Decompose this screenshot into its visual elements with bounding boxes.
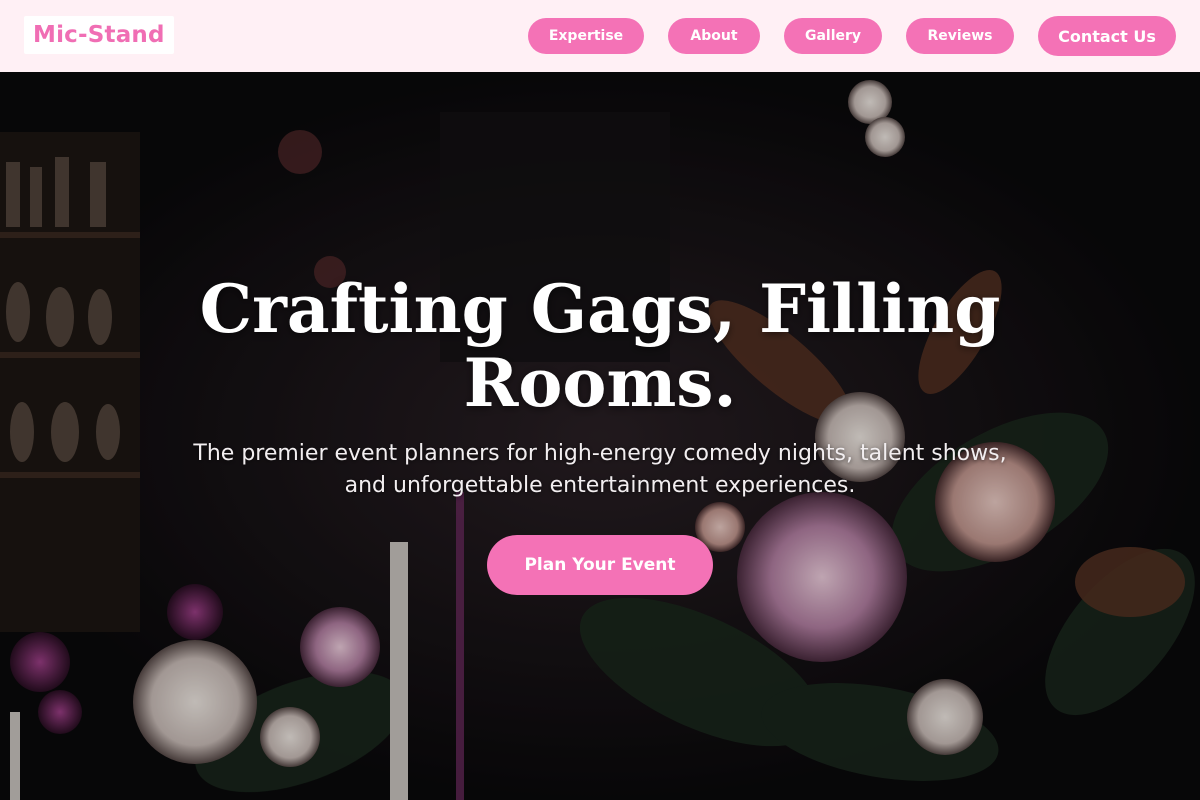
site-logo[interactable]: Mic-Stand [24, 16, 174, 54]
nav-reviews-button[interactable]: Reviews [906, 18, 1014, 54]
nav-about-button[interactable]: About [668, 18, 760, 54]
hero-section: Crafting Gags, Filling Rooms. The premie… [0, 72, 1200, 800]
hero-dark-overlay [0, 72, 1200, 800]
hero-title-line-2: Rooms. [463, 344, 737, 422]
nav-gallery-button[interactable]: Gallery [784, 18, 882, 54]
contact-us-button[interactable]: Contact Us [1038, 16, 1176, 56]
hero-subtitle: The premier event planners for high-ener… [193, 441, 1007, 498]
plan-your-event-button[interactable]: Plan Your Event [487, 535, 713, 595]
site-header: Mic-Stand Expertise About Gallery Review… [0, 0, 1200, 72]
hero-title: Crafting Gags, Filling Rooms. [150, 272, 1050, 420]
hero-title-line-1: Crafting Gags, Filling [199, 270, 1001, 348]
nav-expertise-button[interactable]: Expertise [528, 18, 644, 54]
